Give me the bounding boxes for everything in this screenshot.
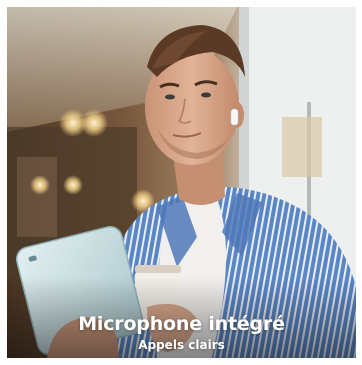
lifestyle-photo: Microphone intégré Appels clairs <box>7 7 356 358</box>
lamp-light <box>30 175 50 195</box>
lamp-light <box>80 109 108 137</box>
lamp-light <box>63 175 83 195</box>
earbud <box>230 108 239 126</box>
product-image-frame: Microphone intégré Appels clairs <box>0 0 362 365</box>
photo-illustration <box>7 7 356 358</box>
